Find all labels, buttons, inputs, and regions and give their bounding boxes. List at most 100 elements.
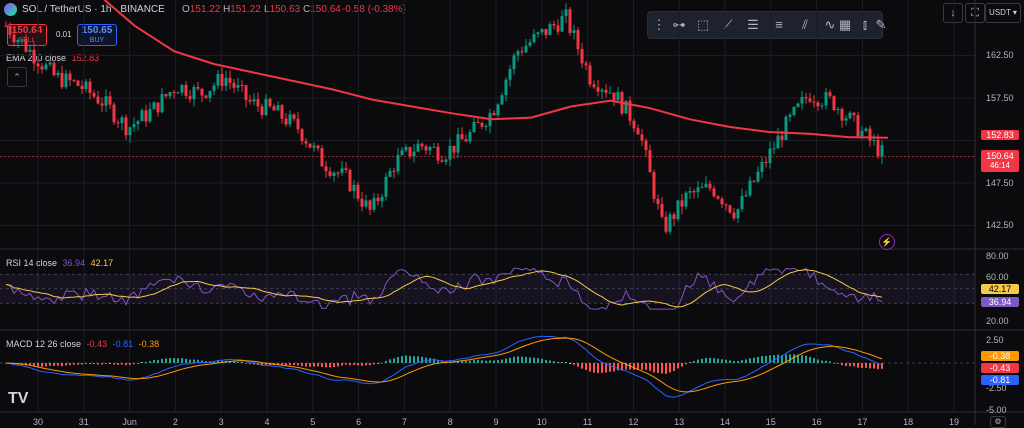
candle-body — [364, 200, 368, 207]
candle-body — [276, 105, 280, 111]
candle-body — [508, 69, 512, 80]
candle-body — [644, 140, 648, 151]
macd-hist-bar — [641, 363, 643, 370]
rsi-legend[interactable]: RSI 14 close 36.94 42.17 — [6, 258, 113, 268]
macd-hist-tag: -0.38 — [981, 351, 1019, 361]
lightning-alert-icon[interactable]: ⚡ — [879, 234, 895, 250]
macd-hist-bar — [69, 363, 71, 366]
macd-hist-bar — [649, 363, 651, 371]
candle-body — [168, 92, 172, 97]
macd-legend[interactable]: MACD 12 26 close -0.43 -0.81 -0.38 — [6, 339, 159, 349]
time-tick: 10 — [536, 417, 547, 427]
rsi-tag: 36.94 — [981, 297, 1019, 307]
time-tick: 31 — [78, 417, 89, 427]
macd-hist-bar — [73, 363, 75, 365]
macd-hist-bar — [385, 360, 387, 363]
macd-hist-bar — [557, 362, 559, 363]
macd-hist-bar — [657, 363, 659, 374]
candle-body — [28, 49, 32, 52]
candle-body — [616, 91, 620, 101]
macd-hist-bar — [317, 363, 319, 367]
macd-hist-bar — [589, 363, 591, 372]
candle-body — [292, 114, 296, 119]
macd-hist-bar — [705, 358, 707, 363]
candle-body — [544, 28, 548, 36]
macd-hist-bar — [393, 358, 395, 363]
macd-hist-bar — [701, 358, 703, 363]
macd-hist-bar — [813, 358, 815, 363]
price-tick-157: 157.50 — [986, 93, 1014, 103]
candle-body — [116, 122, 120, 124]
time-tick: 7 — [401, 417, 407, 427]
macd-hist-bar — [497, 360, 499, 363]
candle-body — [232, 82, 236, 88]
macd-hist-bar — [549, 360, 551, 363]
candle-body — [692, 191, 696, 193]
macd-hist-bar — [473, 360, 475, 363]
macd-hist-bar — [81, 363, 83, 365]
macd-hist-bar — [821, 360, 823, 363]
macd-hist-bar — [145, 361, 147, 363]
macd-hist-bar — [373, 363, 375, 365]
candle-body — [320, 148, 324, 167]
macd-hist-bar — [401, 356, 403, 363]
candle-body — [56, 72, 60, 76]
candle-body — [148, 109, 152, 122]
candle-body — [820, 105, 824, 107]
candle-body — [588, 65, 592, 85]
candle-body — [812, 101, 816, 103]
macd-hist-bar — [349, 363, 351, 366]
candle-body — [740, 195, 744, 210]
macd-hist-bar — [501, 359, 503, 363]
macd-hist-bar — [601, 363, 603, 373]
candle-body — [720, 198, 724, 205]
candle-body — [176, 92, 180, 94]
candle-body — [524, 45, 528, 53]
tradingview-logo-icon[interactable]: TV — [8, 390, 28, 408]
candle-body — [316, 145, 320, 149]
candle-body — [160, 94, 164, 113]
candle-body — [648, 150, 652, 173]
candle-body — [568, 9, 572, 33]
candle-body — [348, 169, 352, 192]
candle-body — [764, 161, 768, 164]
macd-hist-bar — [585, 363, 587, 370]
macd-hist-bar — [789, 354, 791, 363]
macd-hist-bar — [793, 354, 795, 363]
macd-hist-bar — [101, 363, 103, 365]
grid-lines — [0, 0, 975, 412]
candle-body — [392, 170, 396, 172]
candle-body — [244, 85, 248, 100]
macd-hist-bar — [617, 363, 619, 371]
time-tick: 17 — [857, 417, 868, 427]
candle-body — [428, 147, 432, 151]
macd-hist-bar — [337, 363, 339, 367]
macd-hist-bar — [665, 363, 667, 374]
macd-hist-bar — [169, 358, 171, 363]
candle-body — [676, 200, 680, 220]
macd-hist-bar — [405, 355, 407, 363]
candle-body — [136, 121, 140, 125]
candle-body — [368, 200, 372, 210]
rsi-tick-20: 20.00 — [986, 316, 1009, 326]
macd-hist-bar — [685, 363, 687, 365]
candle-body — [108, 96, 112, 105]
macd-hist-bar — [153, 359, 155, 363]
candle-body — [112, 104, 116, 123]
macd-hist-bar — [545, 359, 547, 363]
candle-body — [684, 192, 688, 207]
macd-hist-bar — [805, 355, 807, 363]
macd-hist-bar — [849, 363, 851, 367]
macd-hist-bar — [313, 363, 315, 367]
candle-body — [496, 104, 500, 116]
candle-body — [492, 112, 496, 116]
candle-body — [500, 95, 504, 105]
candle-body — [832, 96, 836, 110]
candle-body — [352, 184, 356, 192]
macd-hist-bar — [861, 363, 863, 368]
ema-price-tag: 152.83 — [981, 130, 1019, 140]
settings-gear-icon[interactable]: ⚙ — [990, 416, 1006, 428]
price-chart[interactable] — [0, 0, 1024, 425]
candle-body — [36, 63, 40, 67]
macd-hist-bar — [869, 363, 871, 369]
